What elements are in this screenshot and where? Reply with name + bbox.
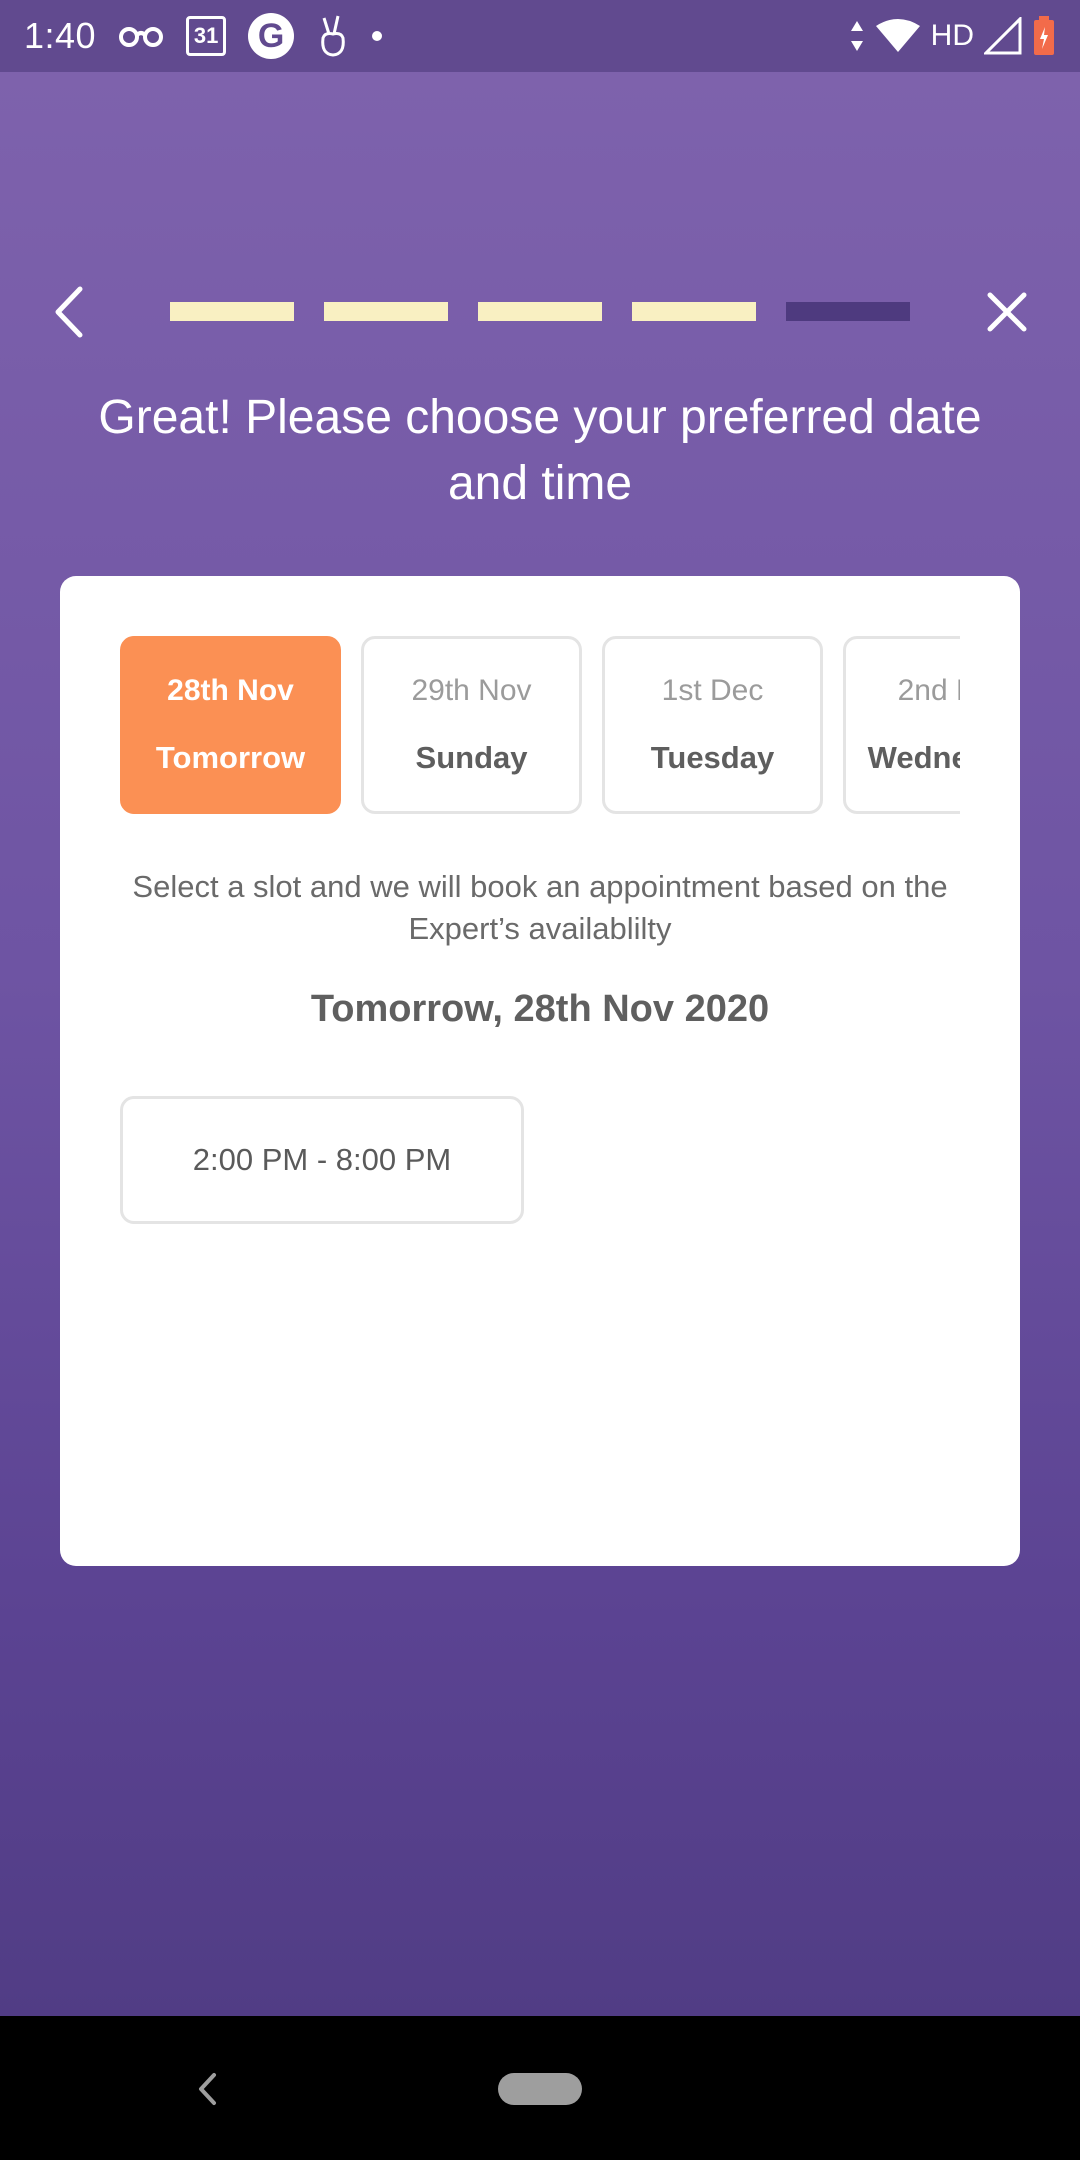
glasses-icon xyxy=(118,24,164,48)
calendar-icon: 31 xyxy=(186,16,227,56)
date-option-weekday: Tomorrow xyxy=(155,740,306,775)
date-list: 28th Nov Tomorrow 29th Nov Sunday 1st De… xyxy=(120,636,960,814)
status-bar-left: 1:40 31 G xyxy=(24,13,383,59)
network-type-label: HD xyxy=(930,19,974,52)
date-option-date: 1st Dec xyxy=(661,674,764,707)
nav-back-icon xyxy=(199,2073,216,2105)
status-bar: 1:40 31 G HD xyxy=(0,0,1080,72)
peace-hand-icon xyxy=(316,14,350,58)
chevron-left-icon xyxy=(55,286,83,338)
date-option-weekday: Tuesday xyxy=(650,740,775,775)
screen: 1:40 31 G HD Great! Please choose your p… xyxy=(0,0,1080,2160)
progress-step xyxy=(324,302,448,321)
system-nav-bar xyxy=(0,2016,1080,2160)
close-button[interactable] xyxy=(985,290,1029,334)
date-option[interactable]: 2nd Dec Wednesday xyxy=(843,636,960,814)
page-title: Great! Please choose your preferred date… xyxy=(98,391,982,510)
date-option-weekday: Wednesday xyxy=(867,740,960,775)
progress-step xyxy=(170,302,294,321)
selected-date-heading: Tomorrow, 28th Nov 2020 xyxy=(310,988,770,1030)
date-option-date: 2nd Dec xyxy=(897,674,960,707)
date-option-weekday: Sunday xyxy=(415,740,528,775)
progress-step xyxy=(786,302,910,321)
progress-step xyxy=(478,302,602,321)
wifi-icon xyxy=(875,18,921,54)
date-option-date: 29th Nov xyxy=(411,674,532,707)
battery-icon xyxy=(1032,15,1056,57)
status-bar-right: HD xyxy=(849,15,1056,57)
slot-instructions: Select a slot and we will book an appoin… xyxy=(132,869,948,946)
date-option[interactable]: 29th Nov Sunday xyxy=(361,636,582,814)
time-slot-button[interactable]: 2:00 PM - 8:00 PM xyxy=(120,1096,524,1224)
nav-home-pill[interactable] xyxy=(498,2073,582,2105)
date-option[interactable]: 1st Dec Tuesday xyxy=(602,636,823,814)
date-option[interactable]: 28th Nov Tomorrow xyxy=(120,636,341,814)
close-icon xyxy=(987,292,1027,332)
cell-signal-icon xyxy=(984,17,1022,55)
step-progress xyxy=(170,302,910,321)
back-button[interactable] xyxy=(50,285,90,339)
notification-dot-icon xyxy=(372,31,383,41)
data-arrows-icon xyxy=(849,19,865,53)
google-icon: G xyxy=(248,13,295,59)
schedule-card: 28th Nov Tomorrow 29th Nov Sunday 1st De… xyxy=(60,576,1020,1566)
nav-back-button[interactable] xyxy=(196,2072,218,2106)
clock: 1:40 xyxy=(24,15,97,56)
progress-step xyxy=(632,302,756,321)
date-option-date: 28th Nov xyxy=(167,674,294,707)
date-scroller[interactable]: 28th Nov Tomorrow 29th Nov Sunday 1st De… xyxy=(120,636,960,818)
